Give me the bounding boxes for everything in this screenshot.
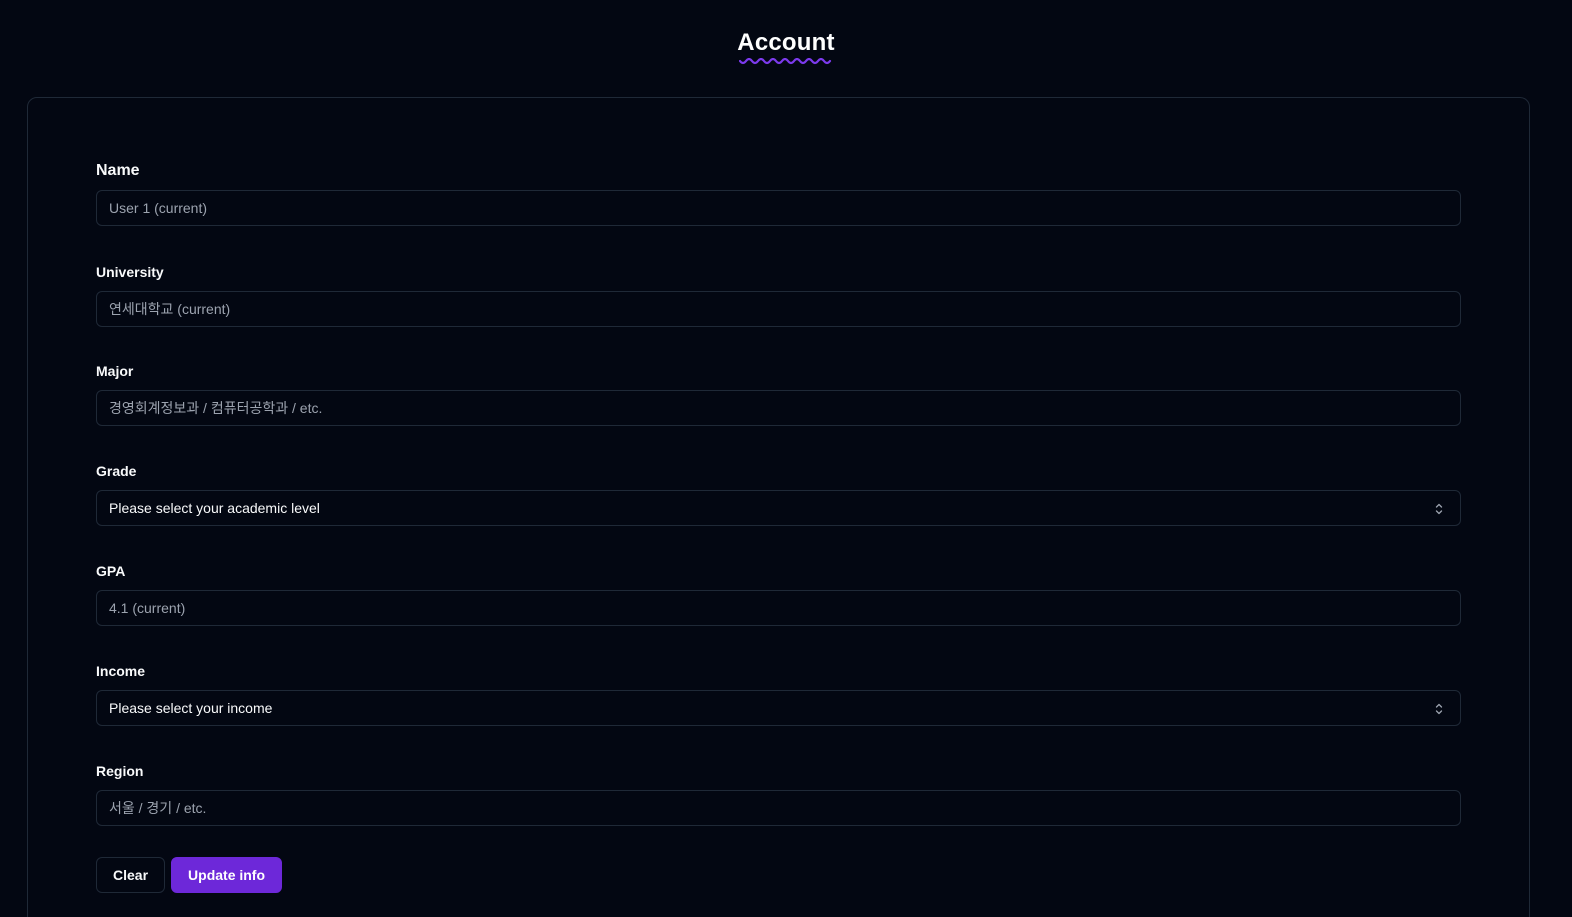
grade-select[interactable]: Please select your academic level (96, 490, 1461, 526)
grade-select-value: Please select your academic level (109, 500, 320, 516)
university-label: University (96, 264, 164, 280)
grade-field: Grade Please select your academic level (96, 462, 1461, 526)
name-field: Name (96, 162, 1461, 226)
income-label: Income (96, 663, 146, 679)
name-label: Name (96, 162, 140, 179)
university-input[interactable] (96, 291, 1461, 327)
gpa-label: GPA (96, 563, 126, 579)
university-field: University (96, 263, 1461, 327)
page-title: Account (737, 29, 835, 56)
form-actions: Clear Update info (96, 857, 283, 893)
region-label: Region (96, 763, 144, 779)
gpa-field: GPA (96, 562, 1461, 626)
grade-label: Grade (96, 463, 137, 479)
update-info-button[interactable]: Update info (171, 857, 283, 893)
clear-button[interactable]: Clear (96, 857, 166, 893)
income-field: Income Please select your income (96, 662, 1461, 726)
region-input[interactable] (96, 790, 1461, 826)
chevrons-up-down-icon (1435, 503, 1443, 515)
page-header: Account (0, 28, 1572, 66)
gpa-input[interactable] (96, 590, 1461, 626)
major-field: Major (96, 362, 1461, 426)
major-label: Major (96, 363, 134, 379)
name-input[interactable] (96, 190, 1461, 226)
chevrons-up-down-icon (1435, 703, 1443, 715)
title-squiggle-underline (739, 58, 832, 65)
region-field: Region (96, 762, 1461, 826)
major-input[interactable] (96, 390, 1461, 426)
income-select[interactable]: Please select your income (96, 690, 1461, 726)
account-page: Account Name University Major Grade Plea… (0, 0, 1572, 917)
account-form-card: Name University Major Grade Please selec… (27, 97, 1530, 917)
income-select-value: Please select your income (109, 700, 273, 716)
